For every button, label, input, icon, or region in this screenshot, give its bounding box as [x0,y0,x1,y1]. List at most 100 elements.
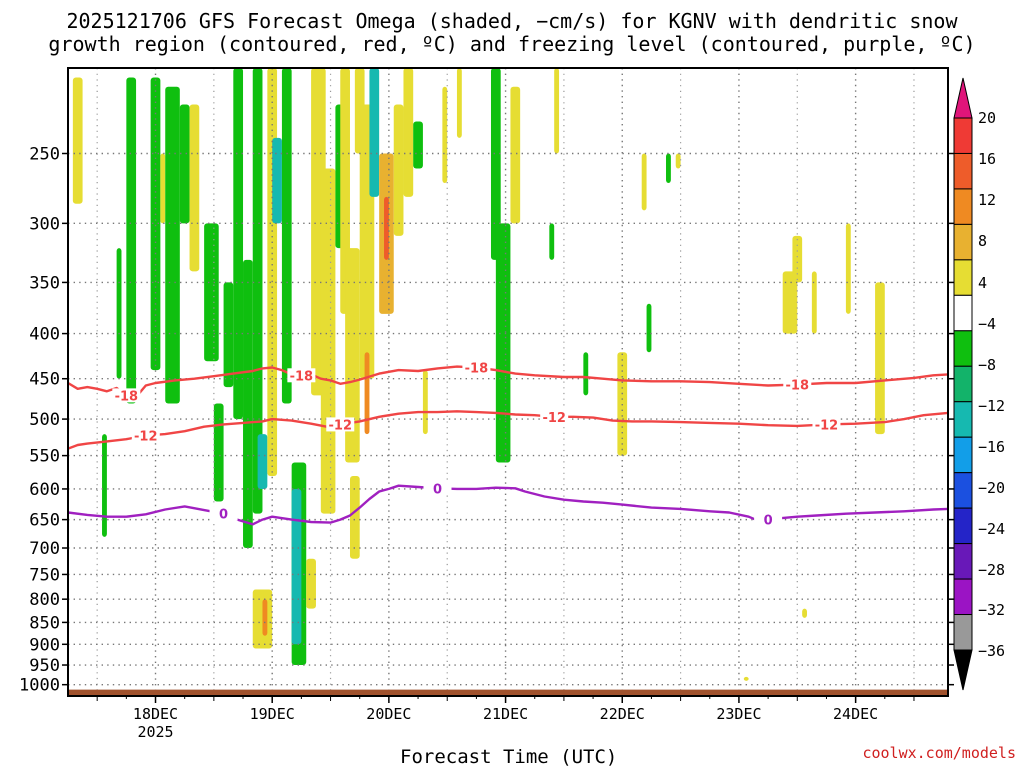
colorbar-label: −24 [978,520,1005,538]
contour-label: -12 [815,418,839,433]
y-tick-label: 750 [29,565,60,585]
colorbar-band-13 [953,578,973,616]
omega-cell-48 [617,352,628,456]
colorbar-label: 4 [978,274,987,292]
omega-cell-59 [875,282,885,435]
x-tick-label: 18DEC [133,705,178,723]
omega-cell-15 [257,434,268,489]
omega-cell-8 [189,104,200,272]
omega-cell-9 [204,223,219,362]
ground-fill [69,689,947,695]
y-tick-label: 900 [29,635,60,655]
colorbar-label: 12 [978,191,996,209]
omega-cell-53 [743,676,749,681]
omega-cell-39 [422,370,428,435]
colorbar-label: −8 [978,356,996,374]
colorbar-label: −12 [978,397,1005,415]
y-tick-label: 300 [29,214,60,234]
omega-cell-38 [413,121,423,169]
omega-cell-36 [393,104,404,236]
colorbar-band-4 [953,259,973,296]
x-tick-sublabel: 2025 [137,723,173,741]
colorbar-top-arrow [953,77,973,119]
terrain-strip [69,689,947,695]
y-tick-label: 850 [29,613,60,633]
colorbar-band-5 [953,294,973,332]
contour-label: -12 [542,411,566,426]
omega-cell-11 [223,282,234,388]
y-tick-label: 700 [29,539,60,559]
y-tick-label: 250 [29,144,60,164]
omega-cell-45 [549,223,555,260]
omega-cell-25 [320,168,336,514]
x-tick-label: 24DEC [833,705,878,723]
omega-cell-49 [641,153,647,211]
contour-label: 0 [219,508,228,523]
omega-cell-55 [792,235,803,283]
y-tick-label: 650 [29,511,60,531]
omega-cell-33 [369,68,380,197]
y-tick-label: 550 [29,447,60,467]
contour-label: -18 [290,369,314,384]
omega-cell-58 [845,223,851,314]
omega-cell-7 [179,104,190,224]
colorbar-band-8 [953,401,973,438]
omega-cell-0 [72,77,83,204]
colorbar-label: −4 [978,315,996,333]
colorbar-bottom-arrow [953,649,973,691]
y-tick-label: 1000 [19,676,60,696]
omega-cell-47 [583,352,589,396]
y-tick-label: 950 [29,656,60,676]
colorbar-label: −16 [978,438,1005,456]
y-tick-label: 350 [29,273,60,293]
omega-cell-35 [384,196,389,260]
x-tick-label: 19DEC [250,705,295,723]
colorbar-band-2 [953,188,973,225]
omega-cell-57 [811,271,817,334]
omega-cell-44 [510,86,521,224]
x-tick-label: 23DEC [716,705,761,723]
colorbar-band-6 [953,330,973,367]
omega-cell-56 [802,608,808,618]
colorbar-band-0 [953,117,973,154]
omega-cell-40 [442,86,448,183]
colorbar-band-1 [953,152,973,190]
colorbar-band-9 [953,436,973,474]
y-tick-label: 450 [29,370,60,390]
colorbar-label: −28 [978,561,1005,579]
y-tick-label: 500 [29,410,60,430]
omega-cell-46 [554,68,560,154]
colorbar-band-10 [953,472,973,509]
colorbar-label: −20 [978,479,1005,497]
colorbar-label: 20 [978,109,996,127]
contour-label: -18 [786,379,810,394]
colorbar-band-14 [953,614,973,651]
omega-cell-19 [272,137,282,224]
omega-cell-50 [646,303,652,353]
colorbar: 20 16 12 8 4 −4 −8 −12 −16 −20 −24 −28 −32 −36 [953,77,1005,691]
contour-label: -18 [465,361,489,376]
omega-cell-41 [456,68,462,138]
omega-cell-20 [281,68,292,404]
colorbar-band-3 [953,223,973,261]
colorbar-label: 16 [978,150,996,168]
credit-link[interactable]: coolwx.com/models [862,744,1016,762]
omega-cell-52 [675,153,681,169]
omega-cell-5 [160,153,166,224]
contour-label: -12 [134,430,158,445]
y-tick-label: 400 [29,325,60,345]
omega-cell-18 [267,68,278,476]
contour-label: -12 [329,418,353,433]
x-axis-label: Forecast Time (UTC) [400,746,618,768]
contour-label: -18 [115,389,139,404]
omega-cell-2 [116,248,122,379]
contour-label: 0 [433,482,442,497]
x-tick-label: 21DEC [483,705,528,723]
omega-cell-51 [666,153,671,183]
omega-cell-22 [291,488,302,645]
contour-label: 0 [764,514,773,529]
colorbar-label: 8 [978,232,987,250]
x-tick-label: 20DEC [366,705,411,723]
y-tick-label: 600 [29,480,60,500]
omega-cell-37 [403,68,414,197]
